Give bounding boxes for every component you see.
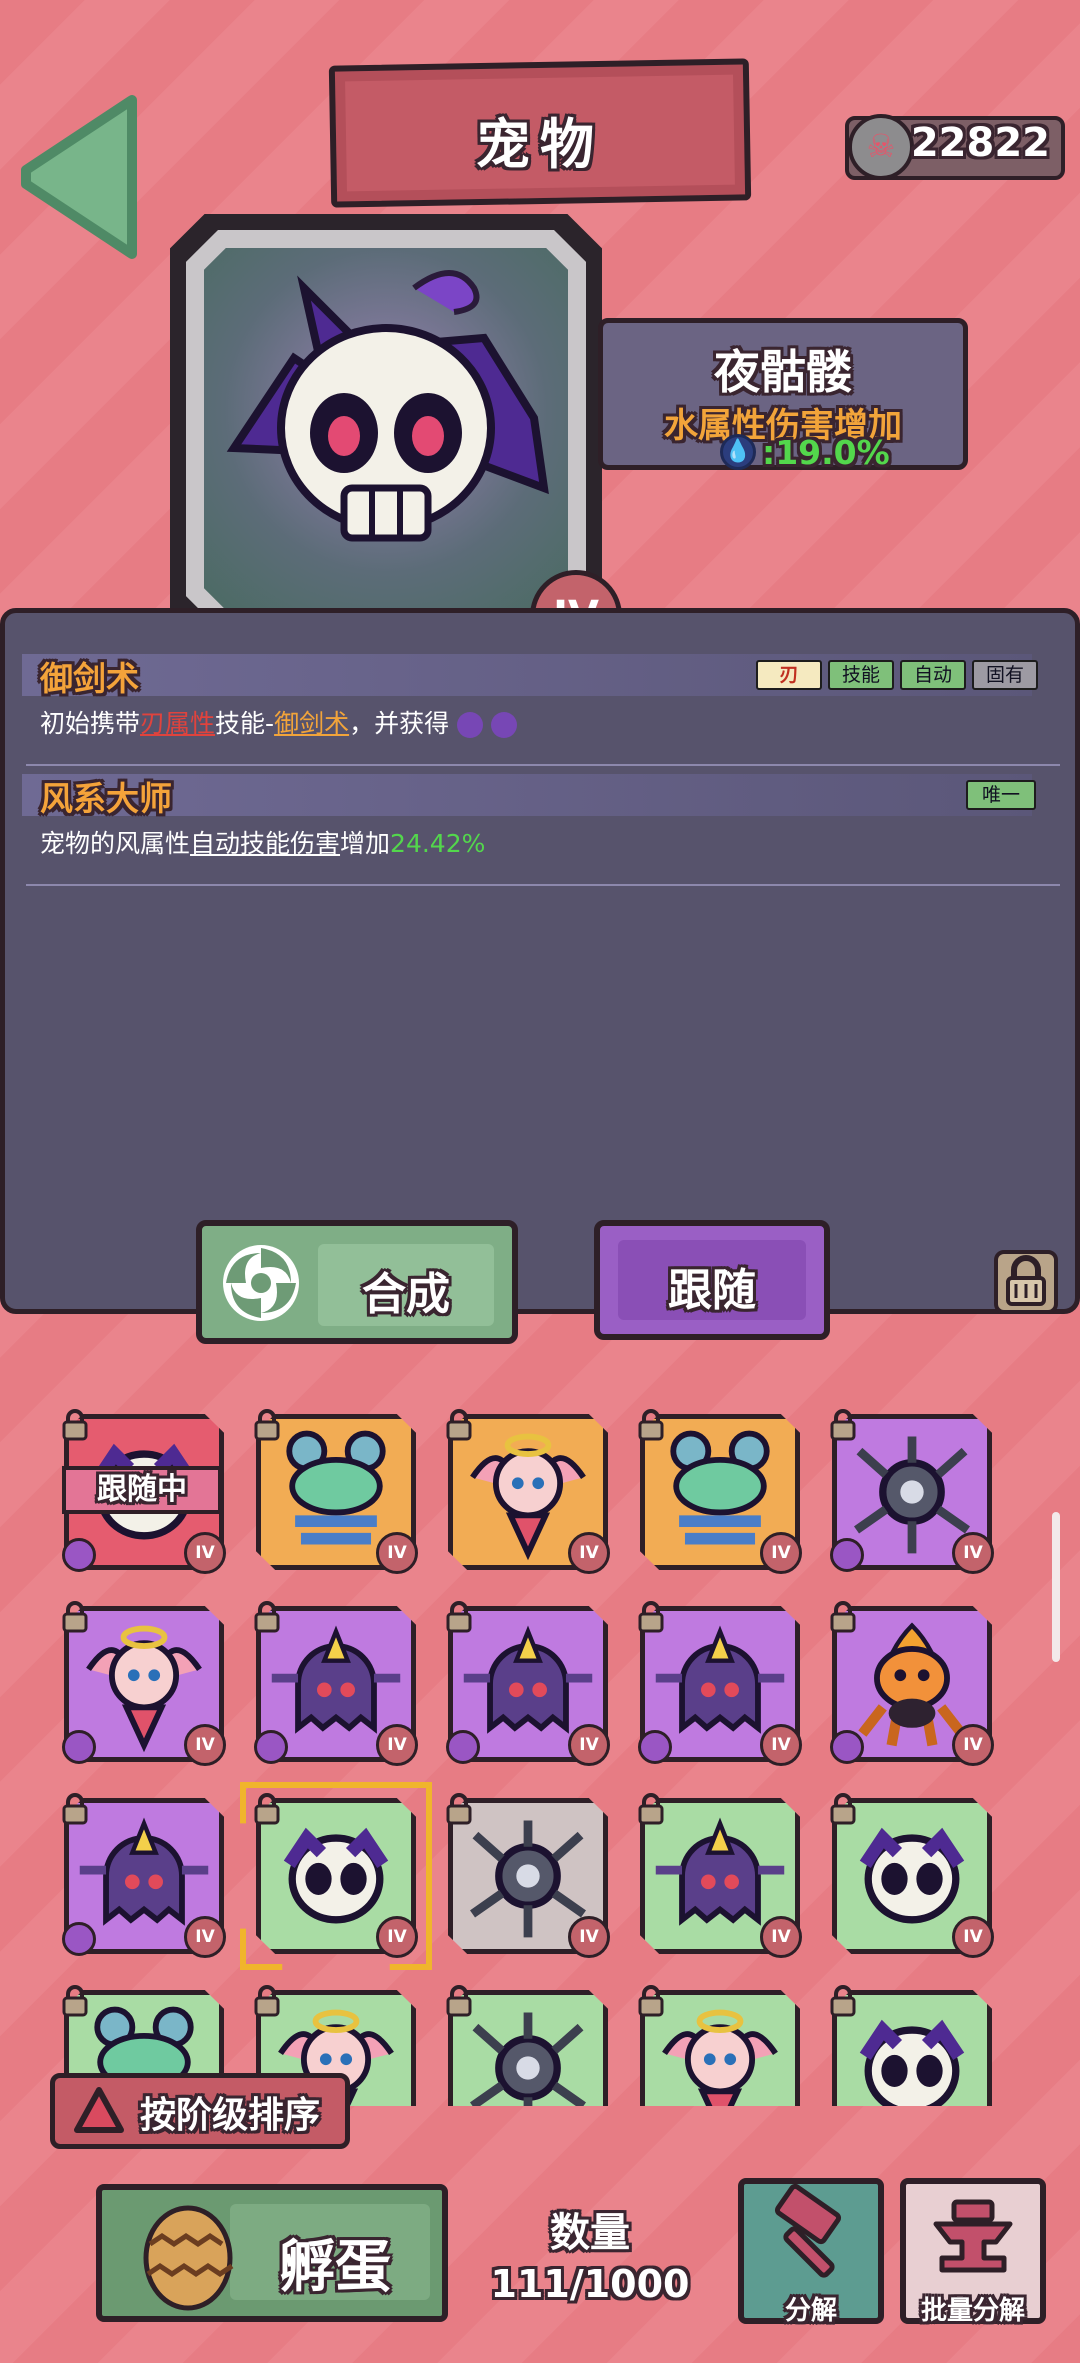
padlock-icon [444,1600,474,1634]
anvil-icon [933,2199,1013,2273]
pet-attribute-row: 💧 :19.0% [720,432,890,472]
pet-attribute-value: :19.0% [762,432,890,472]
tier-badge: IV [760,1916,802,1958]
element-badge-icon [638,1730,672,1764]
tag-unique: 唯一 [966,780,1036,810]
element-badge-icon [62,1538,96,1572]
padlock-icon [60,1408,90,1442]
padlock-icon [252,1408,282,1442]
divider [26,884,1060,886]
pet-spider-image [470,2012,586,2106]
pet-fairy-image [662,2009,778,2106]
hammer-icon [774,2183,842,2278]
element-badge-icon [446,1730,480,1764]
skill-2-title: 风系大师 [40,779,172,818]
element-badge-icon [830,1730,864,1764]
tag-innate: 固有 [972,660,1038,690]
padlock-icon [60,1600,90,1634]
padlock-icon [444,1792,474,1826]
tag-blade: 刃 [756,660,822,690]
lock-toggle-button[interactable] [994,1250,1058,1314]
tier-badge: IV [376,1532,418,1574]
tier-badge: IV [568,1916,610,1958]
sword-orb-icon [491,712,517,738]
element-badge-icon [830,1538,864,1572]
skull-pet-image [226,270,549,542]
hatch-button-label: 孵蛋 [279,2235,391,2300]
padlock-icon [828,1792,858,1826]
currency-amount: 22822 [910,120,1050,166]
divider [26,764,1060,766]
scrollbar[interactable] [1052,1512,1060,1662]
tier-badge: IV [952,1916,994,1958]
padlock-icon [60,1792,90,1826]
egg-icon [143,2205,234,2311]
padlock-icon [444,1408,474,1442]
batch-decompose-button-label: 批量分解 [920,2296,1025,2326]
triangle-sort-icon [74,2087,124,2133]
padlock-icon [828,1600,858,1634]
padlock-icon [252,1984,282,2018]
tier-badge: IV [568,1532,610,1574]
merge-button-label: 合成 [362,1269,450,1320]
tier-badge: IV [184,1916,226,1958]
tier-badge: IV [376,1916,418,1958]
tag-auto: 自动 [900,660,966,690]
skill-1-tags: 刃 技能 自动 固有 [756,660,1038,692]
tier-badge: IV [760,1532,802,1574]
following-label: 跟随中 [62,1466,222,1514]
back-arrow-button[interactable] [14,92,144,262]
water-drop-icon: 💧 [720,434,756,470]
padlock-icon [636,1984,666,2018]
tier-badge: IV [568,1724,610,1766]
pet-count-value: 111/1000 [490,2262,690,2306]
padlock-icon [828,1984,858,2018]
padlock-icon [252,1792,282,1826]
skull-coin-icon: ☠ [848,114,914,180]
swirl-icon [223,1245,299,1321]
skill-2-description: 宠物的风属性自动技能伤害增加24.42% [40,829,486,858]
padlock-icon [636,1600,666,1634]
tag-skill: 技能 [828,660,894,690]
padlock-icon [1006,1255,1046,1306]
page-title: 宠物 [476,113,604,176]
element-badge-icon [62,1922,96,1956]
skill-2-tags: 唯一 [966,780,1036,812]
sword-orb-icon [457,712,484,738]
pet-name: 夜骷髅 [714,345,852,399]
pet-count-label: 数量 [550,2210,630,2256]
decompose-button-label: 分解 [784,2296,837,2326]
tier-badge: IV [184,1532,226,1574]
padlock-icon [252,1600,282,1634]
skill-1-title: 御剑术 [40,659,139,698]
element-badge-icon [62,1730,96,1764]
padlock-icon [828,1408,858,1442]
tier-badge: IV [376,1724,418,1766]
follow-button-label: 跟随 [668,1265,756,1316]
tier-badge: IV [952,1532,994,1574]
skill-1-description: 初始携带刃属性技能-御剑术，并获得 [40,704,517,740]
padlock-icon [444,1984,474,2018]
tier-badge: IV [952,1724,994,1766]
skill-2-bar [22,774,1032,816]
padlock-icon [636,1792,666,1826]
pet-skull-image [859,2019,965,2106]
pet-grid: 跟随中IVIVIVIVIVIVIVIVIVIVIVIVIVIVIVIVIVIVI… [0,1400,1080,2106]
element-badge-icon [254,1730,288,1764]
padlock-icon [60,1984,90,2018]
tier-badge: IV [184,1724,226,1766]
pet-portrait [204,248,568,610]
tier-badge: IV [760,1724,802,1766]
padlock-icon [636,1408,666,1442]
sort-button-label: 按阶级排序 [140,2095,321,2136]
